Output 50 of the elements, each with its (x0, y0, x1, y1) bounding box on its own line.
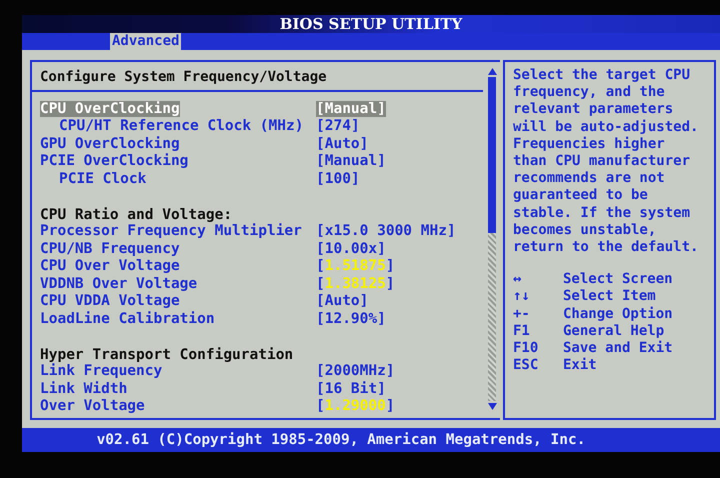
setting-label[interactable]: PCIE Clock (59, 170, 146, 187)
scroll-up-icon[interactable] (488, 68, 496, 75)
setting-value[interactable]: [x15.0 3000 MHz] (316, 223, 456, 240)
setting-value[interactable]: [274] (316, 118, 360, 134)
setting-label[interactable]: Over Voltage (40, 398, 145, 414)
window-title: BIOS SETUP UTILITY (280, 15, 462, 33)
setting-label[interactable]: Link Width (40, 380, 128, 397)
setting-label[interactable]: Link Frequency (40, 363, 162, 380)
setting-label[interactable]: LoadLine Calibration (40, 310, 215, 327)
key-name: F10 (513, 340, 540, 358)
setting-label[interactable]: PCIE OverClocking (40, 153, 188, 170)
section-heading: Hyper Transport Configuration (40, 346, 294, 362)
help-text: Select the target CPU frequency, and the relevant parameters will be auto-adjusted. Frequencies higher than CPU manufacturer recommends are not guaranteed to be stable. If the system becomes unstable, return to the default. (513, 67, 699, 256)
setting-label[interactable]: CPU/HT Reference Clock (MHz) (59, 118, 304, 134)
setting-label[interactable]: VDDNB Over Voltage (40, 276, 198, 292)
key-action: Save and Exit (563, 340, 674, 358)
setting-label[interactable]: CPU Over Voltage (40, 258, 180, 274)
setting-value[interactable]: [12.90%] (316, 310, 386, 327)
setting-label[interactable]: CPU VDDA Voltage (40, 293, 180, 310)
setting-label[interactable]: Processor Frequency Multiplier (40, 223, 302, 240)
setting-value[interactable]: [16 Bit] (316, 380, 386, 397)
setting-value[interactable]: [100] (316, 170, 360, 187)
setting-value[interactable]: [1.29000] (316, 398, 395, 414)
key-action: Select Screen (563, 271, 674, 288)
setting-value[interactable]: [Manual] (316, 153, 386, 170)
setting-value[interactable]: [1.51875] (316, 258, 395, 274)
panel-heading: Configure System Frequency/Voltage (32, 62, 483, 92)
key-action: Exit (563, 357, 598, 374)
key-action: Select Item (563, 288, 657, 306)
key-name: F1 (513, 322, 531, 340)
key-name: ↑↓ (513, 288, 531, 306)
setting-value[interactable]: [Manual] (316, 100, 386, 117)
setting-value[interactable]: [Auto] (316, 293, 368, 310)
setting-label[interactable]: GPU OverClocking (40, 136, 180, 152)
key-action: Change Option (563, 306, 674, 323)
copyright-text: v02.61 (C)Copyright 1985-2009, American Megatrends, Inc. (96, 432, 586, 448)
section-heading: CPU Ratio and Voltage: (40, 206, 232, 222)
setting-value[interactable]: [1.38125] (316, 276, 395, 292)
key-name: +- (513, 306, 531, 323)
setting-label[interactable]: CPU/NB Frequency (40, 240, 180, 257)
setting-label[interactable]: CPU OverClocking (40, 100, 180, 117)
setting-value[interactable]: [Auto] (316, 136, 368, 152)
key-name: ↔ (513, 271, 522, 288)
setting-value[interactable]: [2000MHz] (316, 363, 395, 380)
scroll-down-icon[interactable] (488, 403, 496, 410)
key-name: ESC (513, 357, 540, 374)
setting-value[interactable]: [10.00x] (316, 240, 386, 257)
tab[interactable]: Advanced (110, 33, 182, 50)
key-action: General Help (563, 322, 666, 340)
scrollbar[interactable] (487, 68, 497, 410)
